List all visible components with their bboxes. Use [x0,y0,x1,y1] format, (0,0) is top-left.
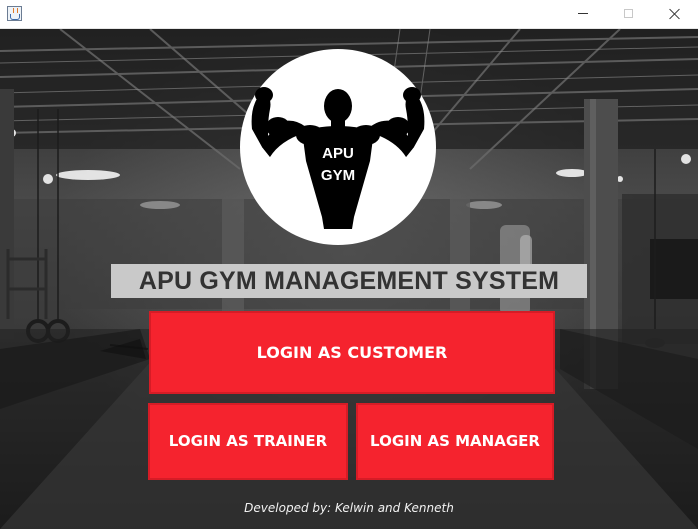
minimize-icon [578,13,588,14]
login-customer-button[interactable]: LOGIN AS CUSTOMER [149,311,555,394]
login-trainer-button[interactable]: LOGIN AS TRAINER [148,403,348,480]
logo-line-1: APU [322,145,354,162]
main-panel: APU GYM APU GYM MANAGEMENT SYSTEM LOGIN … [0,29,698,529]
maximize-icon [624,9,633,18]
developer-credit: Developed by: Kelwin and Kenneth [244,501,454,515]
logo-line-2: GYM [320,167,356,184]
close-icon [669,8,681,20]
minimize-button[interactable] [560,0,606,28]
login-manager-button[interactable]: LOGIN AS MANAGER [356,403,554,480]
close-button[interactable] [652,0,698,28]
system-title: APU GYM MANAGEMENT SYSTEM [111,264,587,298]
gym-logo: APU GYM [240,49,436,245]
java-app-icon [7,6,22,21]
window-titlebar [0,0,698,29]
maximize-button[interactable] [606,0,652,28]
